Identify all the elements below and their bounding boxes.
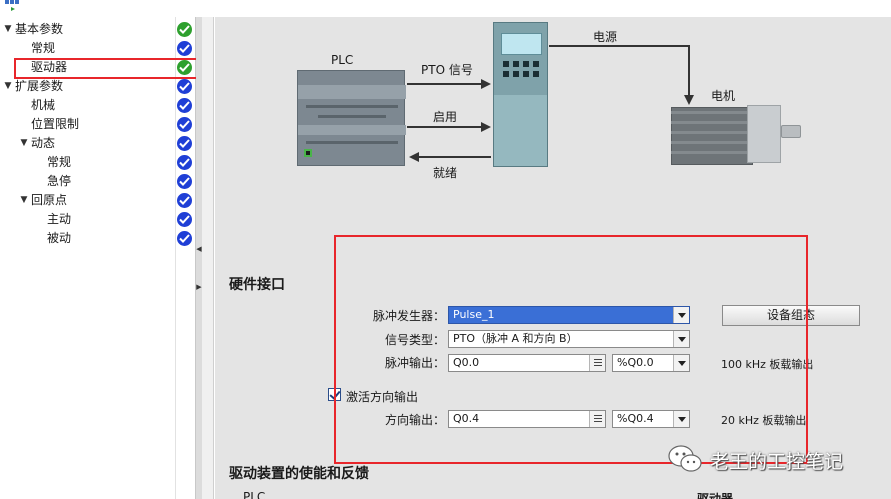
status-complete-icon xyxy=(177,174,192,189)
motor-fins-icon xyxy=(671,111,753,154)
tree-item[interactable]: ▼ 扩展参数 xyxy=(0,77,196,96)
status-complete-icon xyxy=(177,117,192,132)
expand-arrow-icon[interactable]: ▼ xyxy=(19,134,29,153)
enable-signal-label: 启用 xyxy=(433,110,458,124)
status-complete-icon xyxy=(177,136,192,151)
status-complete-icon xyxy=(177,231,192,246)
parameter-tree: ▼ 基本参数 常规 驱动器 ▼ 扩展参数 机械 位置限制 ▼ 动态 常规 急停 ▼ 回原点 主动 被动 xyxy=(0,17,206,499)
splitter[interactable]: ◀ ▶ xyxy=(196,17,214,499)
tree-item-label: 位置限制 xyxy=(31,117,80,131)
watermark-text: 老王的工控笔记 xyxy=(710,451,844,473)
collapse-left-icon[interactable]: ◀ xyxy=(196,245,202,253)
status-complete-icon xyxy=(177,193,192,208)
tree-item[interactable]: 被动 xyxy=(0,229,196,248)
tree-item-label: 主动 xyxy=(47,212,72,226)
pto-signal-label: PTO 信号 xyxy=(421,63,473,77)
feedback-drive-column: 驱动器 xyxy=(697,492,734,499)
tree-selection-highlight xyxy=(14,58,206,79)
drive-display-icon xyxy=(501,33,542,55)
tree-view-icon[interactable] xyxy=(4,0,20,14)
form-highlight-box xyxy=(334,235,808,464)
expand-arrow-icon[interactable]: ▼ xyxy=(3,77,13,96)
tree-item[interactable]: 常规 xyxy=(0,39,196,58)
motor-shaft xyxy=(781,125,801,138)
motor-flange xyxy=(747,105,781,163)
status-complete-icon xyxy=(177,79,192,94)
motor-label: 电机 xyxy=(711,89,736,103)
status-complete-icon xyxy=(177,98,192,113)
expand-arrow-icon[interactable]: ▼ xyxy=(3,20,13,39)
drive-device-image xyxy=(493,22,548,167)
wechat-icon xyxy=(668,445,702,472)
tree-item-label: 扩展参数 xyxy=(15,79,64,93)
status-complete-icon xyxy=(177,155,192,170)
tree-item[interactable]: 位置限制 xyxy=(0,115,196,134)
tree-item[interactable]: 主动 xyxy=(0,210,196,229)
tree-item[interactable]: 常规 xyxy=(0,153,196,172)
drive-enable-feedback-title: 驱动装置的使能和反馈 xyxy=(229,466,369,482)
status-complete-icon xyxy=(177,41,192,56)
tree-item-label: 动态 xyxy=(31,136,56,150)
tree-item[interactable]: ▼ 动态 xyxy=(0,134,196,153)
tree-item-label: 基本参数 xyxy=(15,22,64,36)
top-toolbar xyxy=(0,0,891,17)
tree-item-label: 常规 xyxy=(47,155,72,169)
hardware-interface-title: 硬件接口 xyxy=(229,277,285,293)
ready-signal-label: 就绪 xyxy=(433,166,458,180)
tree-item-label: 回原点 xyxy=(31,193,68,207)
tree-item-label: 被动 xyxy=(47,231,72,245)
tree-item-label: 机械 xyxy=(31,98,56,112)
status-led-icon xyxy=(304,149,312,157)
main-panel: PLC PTO 信号 启用 就绪 电源 电机 硬件接口 脉冲发生器： Pulse… xyxy=(215,17,891,499)
tree-item[interactable]: ▼ 回原点 xyxy=(0,191,196,210)
status-ok-icon xyxy=(177,22,192,37)
plc-device-image xyxy=(297,70,406,166)
expand-right-icon[interactable]: ▶ xyxy=(196,283,202,291)
feedback-plc-column: PLC xyxy=(243,490,266,499)
vertical-scrollbar[interactable] xyxy=(196,17,202,499)
tree-item[interactable]: ▼ 基本参数 xyxy=(0,20,196,39)
status-complete-icon xyxy=(177,212,192,227)
tree-item-label: 急停 xyxy=(47,174,72,188)
plc-label: PLC xyxy=(331,53,354,67)
tree-item-label: 常规 xyxy=(31,41,56,55)
expand-arrow-icon[interactable]: ▼ xyxy=(19,191,29,210)
tree-item[interactable]: 机械 xyxy=(0,96,196,115)
power-label: 电源 xyxy=(593,30,618,44)
tree-item[interactable]: 急停 xyxy=(0,172,196,191)
